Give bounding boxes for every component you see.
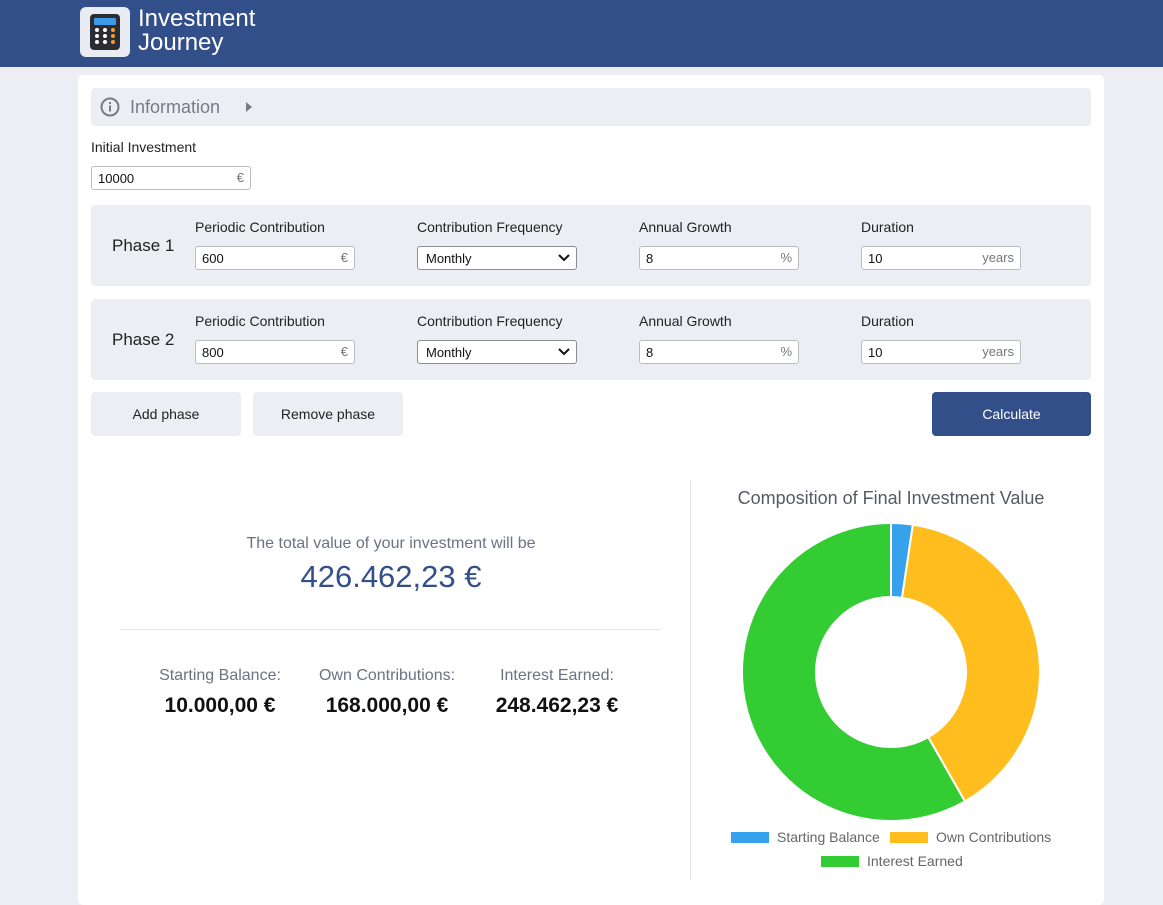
- periodic-contribution-input[interactable]: [196, 341, 326, 363]
- divider: [121, 629, 660, 630]
- legend-swatch: [890, 832, 928, 843]
- legend-swatch: [821, 856, 859, 867]
- own-contributions-label: Own Contributions:: [318, 667, 456, 684]
- legend-label: Own Contributions: [936, 829, 1052, 845]
- brand-line-1: Investment: [138, 5, 256, 32]
- information-label: Information: [130, 97, 221, 117]
- contribution-frequency-select[interactable]: Monthly: [417, 246, 577, 270]
- starting-balance-label: Starting Balance:: [159, 667, 281, 684]
- chart-title: Composition of Final Investment Value: [737, 488, 1045, 508]
- chevron-down-icon: [558, 348, 570, 356]
- duration-field[interactable]: years: [861, 340, 1021, 364]
- annual-growth-field[interactable]: %: [639, 246, 799, 270]
- initial-investment-input[interactable]: [92, 167, 222, 189]
- initial-investment-label: Initial Investment: [91, 139, 197, 155]
- frequency-value: Monthly: [426, 345, 472, 360]
- initial-investment-field[interactable]: €: [91, 166, 251, 190]
- contribution-frequency-label: Contribution Frequency: [417, 313, 563, 329]
- periodic-contribution-field[interactable]: €: [195, 340, 355, 364]
- phase-1-panel: Phase 1 Periodic Contribution € Contribu…: [91, 205, 1091, 286]
- periodic-contribution-input[interactable]: [196, 247, 326, 269]
- currency-unit: €: [340, 344, 348, 359]
- legend-swatch: [731, 832, 769, 843]
- result-lead-text: The total value of your investment will …: [246, 535, 536, 552]
- phase-title: Phase 1: [112, 236, 175, 255]
- duration-input[interactable]: [862, 341, 972, 363]
- duration-label: Duration: [861, 219, 914, 235]
- remove-phase-button[interactable]: Remove phase: [253, 392, 403, 436]
- legend-own-contributions[interactable]: Own Contributions: [890, 829, 1051, 845]
- annual-growth-input[interactable]: [640, 247, 770, 269]
- legend-label: Starting Balance: [777, 829, 880, 845]
- periodic-contribution-label: Periodic Contribution: [195, 313, 325, 329]
- annual-growth-input[interactable]: [640, 341, 770, 363]
- duration-label: Duration: [861, 313, 914, 329]
- add-phase-button[interactable]: Add phase: [91, 392, 241, 436]
- legend-label: Interest Earned: [867, 853, 963, 869]
- brand-line-2: Journey: [138, 29, 224, 56]
- annual-growth-label: Annual Growth: [639, 219, 732, 235]
- percent-unit: %: [780, 250, 792, 265]
- information-toggle[interactable]: Information: [91, 88, 1091, 126]
- annual-growth-label: Annual Growth: [639, 313, 732, 329]
- duration-input[interactable]: [862, 247, 972, 269]
- chevron-down-icon: [558, 254, 570, 262]
- legend-interest-earned[interactable]: Interest Earned: [821, 853, 963, 869]
- calculator-icon: [80, 7, 130, 57]
- vertical-divider: [690, 480, 691, 880]
- donut-chart: [741, 522, 1041, 822]
- interest-earned-label: Interest Earned:: [500, 667, 614, 684]
- currency-unit: €: [340, 250, 348, 265]
- years-unit: years: [982, 250, 1014, 265]
- percent-unit: %: [780, 344, 792, 359]
- calculate-button[interactable]: Calculate: [932, 392, 1091, 436]
- brand-title: Investment Journey: [138, 7, 255, 55]
- phase-2-panel: Phase 2 Periodic Contribution € Contribu…: [91, 299, 1091, 380]
- own-contributions-value: 168.000,00 €: [325, 694, 449, 717]
- frequency-value: Monthly: [426, 251, 472, 266]
- legend-starting-balance[interactable]: Starting Balance: [731, 829, 880, 845]
- app-header: Investment Journey: [0, 0, 1163, 67]
- years-unit: years: [982, 344, 1014, 359]
- duration-field[interactable]: years: [861, 246, 1021, 270]
- main-card: Information Initial Investment € Phase 1…: [78, 75, 1104, 905]
- currency-unit: €: [236, 170, 244, 185]
- total-value: 426.462,23 €: [300, 559, 482, 594]
- interest-earned-value: 248.462,23 €: [495, 694, 619, 717]
- starting-balance-value: 10.000,00 €: [164, 694, 276, 717]
- contribution-frequency-select[interactable]: Monthly: [417, 340, 577, 364]
- contribution-frequency-label: Contribution Frequency: [417, 219, 563, 235]
- info-circle-icon: [100, 97, 120, 117]
- phase-title: Phase 2: [112, 330, 175, 349]
- caret-right-icon: [246, 102, 252, 112]
- periodic-contribution-label: Periodic Contribution: [195, 219, 325, 235]
- annual-growth-field[interactable]: %: [639, 340, 799, 364]
- periodic-contribution-field[interactable]: €: [195, 246, 355, 270]
